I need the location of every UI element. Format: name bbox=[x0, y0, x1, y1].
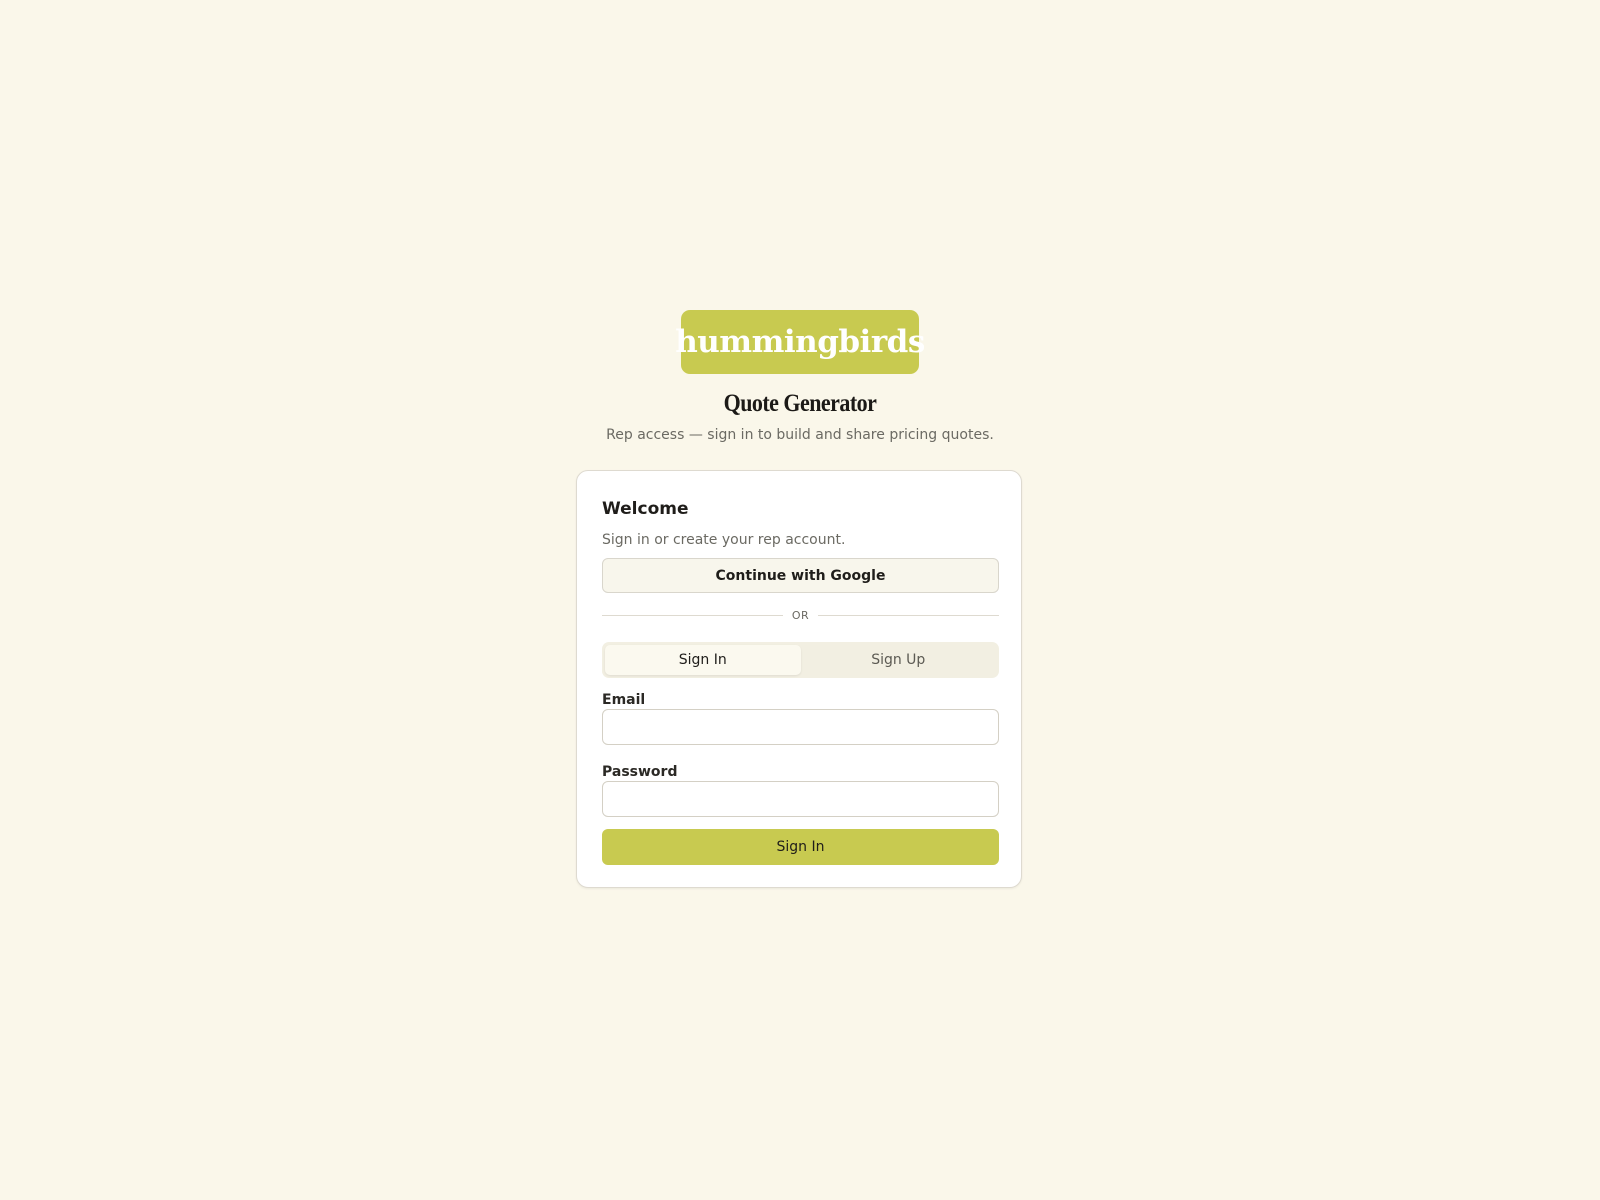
page-title: Quote Generator bbox=[723, 390, 877, 417]
card-title: Welcome bbox=[602, 499, 689, 519]
email-field[interactable] bbox=[602, 709, 999, 745]
divider-line-right bbox=[818, 614, 999, 616]
email-label: Email bbox=[602, 692, 646, 708]
card-subtitle: Sign in or create your rep account. bbox=[602, 532, 846, 548]
brand-logo-text: hummingbirds bbox=[675, 324, 925, 360]
password-field[interactable] bbox=[602, 781, 999, 817]
brand-logo: hummingbirds bbox=[675, 310, 925, 374]
divider-line-left bbox=[602, 614, 783, 616]
or-divider: OR bbox=[602, 608, 999, 622]
sign-in-button[interactable]: Sign In bbox=[602, 829, 999, 865]
divider-text: OR bbox=[791, 608, 810, 622]
auth-tabs: Sign In Sign Up bbox=[602, 642, 999, 678]
page-subtitle: Rep access — sign in to build and share … bbox=[606, 427, 994, 443]
password-label: Password bbox=[602, 764, 678, 780]
continue-with-google-button[interactable]: Continue with Google bbox=[602, 558, 999, 593]
auth-card: Welcome Sign in or create your rep accou… bbox=[576, 470, 1022, 888]
login-page: hummingbirds Quote Generator Rep access … bbox=[0, 0, 1600, 1200]
tab-sign-in[interactable]: Sign In bbox=[605, 645, 801, 675]
tab-sign-up[interactable]: Sign Up bbox=[801, 645, 997, 675]
